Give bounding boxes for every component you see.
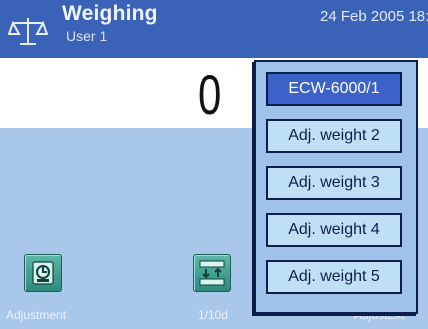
weight-value: 0: [198, 63, 222, 126]
header-bar: Weighing User 1 24 Feb 2005 18:33: [0, 0, 428, 58]
adjustment-icon: [32, 261, 54, 285]
balance-screen: Weighing User 1 24 Feb 2005 18:33 0 Adju…: [0, 0, 428, 329]
option-adj-weight-4[interactable]: Adj. weight 4: [266, 213, 402, 247]
screen-title: Weighing: [62, 2, 158, 25]
option-adj-weight-3[interactable]: Adj. weight 3: [266, 166, 402, 200]
date-time: 24 Feb 2005 18:33: [320, 8, 428, 25]
adjustment-weight-menu: ECW-6000/1 Adj. weight 2 Adj. weight 3 A…: [254, 60, 418, 314]
option-adj-weight-5[interactable]: Adj. weight 5: [266, 260, 402, 294]
resolution-icon: [199, 260, 225, 286]
adjustment-label: Adjustment: [6, 308, 67, 322]
adjustment-button[interactable]: [24, 254, 62, 292]
resolution-button[interactable]: [193, 254, 231, 292]
option-adj-weight-2[interactable]: Adj. weight 2: [266, 119, 402, 153]
resolution-label: 1/10d: [198, 308, 229, 322]
user-name: User 1: [66, 28, 108, 44]
balance-scale-icon: [8, 18, 48, 45]
option-ecw-6000-1[interactable]: ECW-6000/1: [266, 72, 402, 106]
